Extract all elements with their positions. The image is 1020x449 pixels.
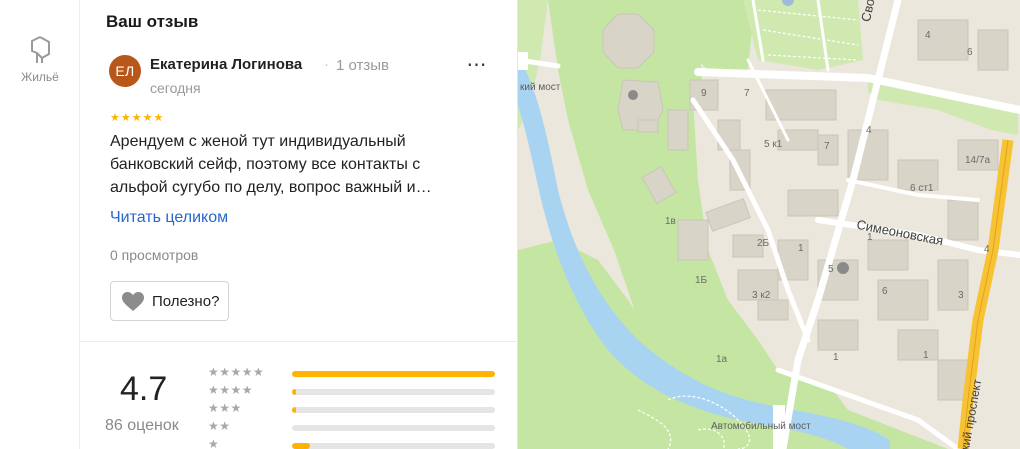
building-number: 1 [923,350,929,361]
rating-row-track [292,443,495,449]
section-divider [80,341,518,342]
author-name[interactable]: Екатерина Логинова [150,56,302,73]
rating-row-4: ★★★★ [208,383,498,401]
building-number: 1а [716,354,728,365]
rating-row-fill [292,371,495,377]
rating-row-3: ★★★ [208,401,498,419]
review-panel: Ваш отзыв ЕЛ Екатерина Логинова · 1 отзы… [80,0,518,449]
read-more-link[interactable]: Читать целиком [110,209,228,227]
rating-row-track [292,407,495,413]
rating-count: 86 оценок [105,417,179,434]
housing-icon [31,36,50,63]
rating-row-fill [292,407,297,413]
building-number: 6 [882,286,888,297]
rating-row-track [292,389,495,395]
building-number: 5 [828,264,834,275]
rating-row-fill [292,443,311,449]
building-number: 4 [866,125,872,136]
more-dots-icon: ⋯ [466,54,488,76]
building-number: 7 [824,141,830,152]
building-number: 5 к1 [764,139,783,150]
map-view[interactable]: кий мост Автомобильный мост Симеоновская… [518,0,1020,449]
building-number: 3 [958,290,964,301]
building-number: 6 [967,47,973,58]
separator-dot: · [324,56,329,73]
left-rail: Жильё [0,0,80,449]
building-number: 4 [984,244,990,255]
map-label-bridge-bottom: Автомобильный мост [711,421,811,432]
sidebar-item-housing[interactable]: Жильё [10,34,70,84]
rating-row-track [292,425,495,431]
review-text: Арендуем с женой тут индивидуальный банк… [110,133,432,196]
avatar[interactable]: ЕЛ [109,55,141,87]
rating-row-5: ★★★★★ [208,365,498,383]
more-options-button[interactable]: ⋯ [464,55,490,82]
building-number: 1в [665,216,676,227]
building-number: 1 [798,243,804,254]
rating-row-track [292,371,495,377]
rating-row-stars: ★★★ [208,401,242,415]
rating-row-stars: ★ [208,437,220,449]
building-number: 9 [701,88,707,99]
helpful-label: Полезно? [152,292,220,310]
building-number: 1 [833,352,839,363]
rating-value: 4.7 [120,370,168,408]
building-number: 2Б [757,238,770,249]
heart-icon [122,291,144,311]
building-number: 1Б [695,275,708,286]
building-number: 3 к2 [752,290,771,301]
rating-row-stars: ★★★★★ [208,365,265,379]
views-count: 0 просмотров [110,247,199,263]
map-canvas [518,0,1020,449]
map-label-bridge-top: кий мост [520,82,561,93]
rating-row-stars: ★★ [208,419,231,433]
review-rating-stars: ★★★★★ [110,112,165,124]
building-number: 6 ст1 [910,183,934,194]
review-date: сегодня [150,80,201,96]
app-root: Жильё Ваш отзыв ЕЛ Екатерина Логинова · … [0,0,1020,449]
building-number: 1 [867,232,873,243]
rating-row-2: ★★ [208,419,498,437]
building-number: 7 [744,88,750,99]
panel-title: Ваш отзыв [106,12,199,31]
sidebar-item-label: Жильё [21,70,59,84]
rating-row-stars: ★★★★ [208,383,254,397]
building-number: 14/7а [965,155,991,166]
helpful-button[interactable]: Полезно? [110,281,230,321]
rating-row-1: ★ [208,437,498,449]
author-review-count: 1 отзыв [336,57,390,74]
building-number: 4 [925,30,931,41]
rating-row-fill [292,389,297,395]
